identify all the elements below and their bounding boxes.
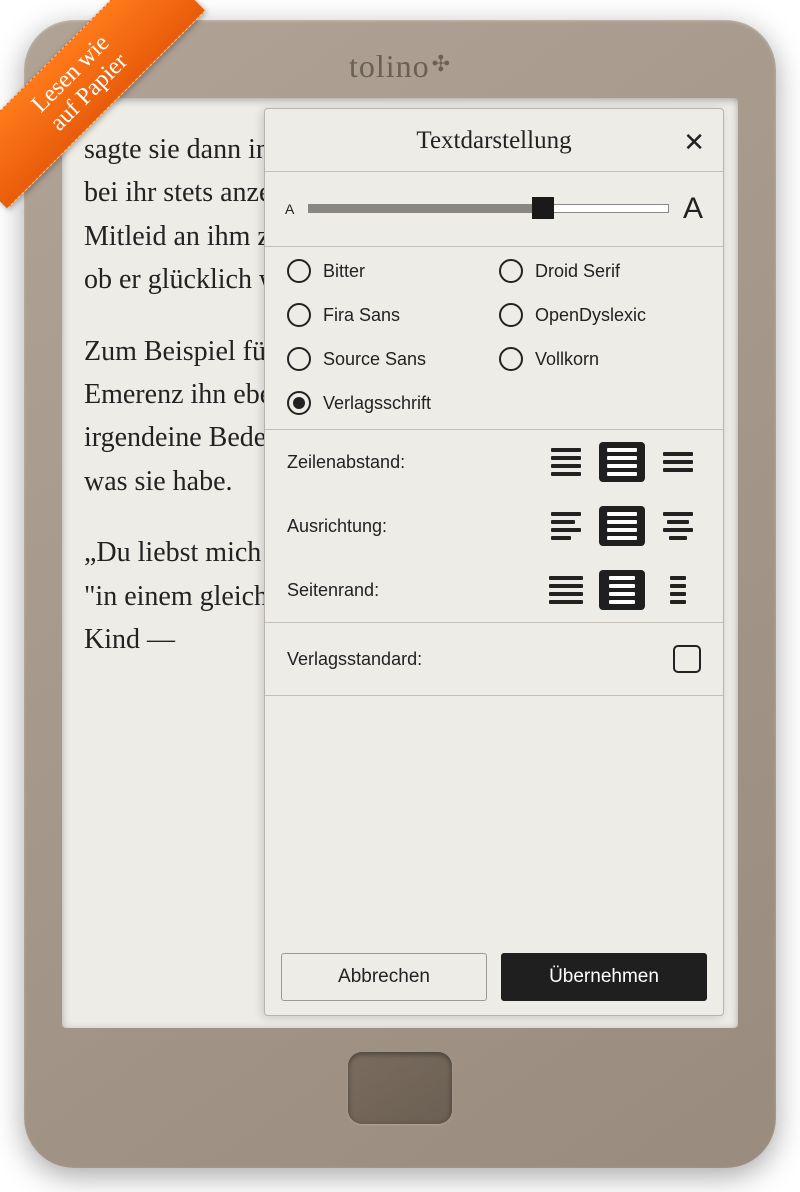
font-option-source-sans[interactable]: Source Sans bbox=[287, 347, 489, 371]
line-spacing-row: Zeilenabstand: bbox=[265, 430, 723, 494]
align-justify[interactable] bbox=[599, 506, 645, 546]
cancel-button[interactable]: Abbrechen bbox=[281, 953, 487, 1001]
text-settings-panel: Textdarstellung ✕ A A Bitter Droid Serif… bbox=[264, 108, 724, 1016]
font-options: Bitter Droid Serif Fira Sans OpenDyslexi… bbox=[265, 247, 723, 430]
apply-button[interactable]: Übernehmen bbox=[501, 953, 707, 1001]
home-button[interactable] bbox=[348, 1052, 452, 1124]
slider-thumb[interactable] bbox=[532, 197, 554, 219]
publisher-default-checkbox[interactable] bbox=[673, 645, 701, 673]
margin-wide[interactable] bbox=[655, 570, 701, 610]
font-option-opendyslexic[interactable]: OpenDyslexic bbox=[499, 303, 701, 327]
margin-row: Seitenrand: bbox=[265, 558, 723, 622]
close-icon[interactable]: ✕ bbox=[683, 127, 705, 158]
line-spacing-loose[interactable] bbox=[655, 442, 701, 482]
font-option-fira-sans[interactable]: Fira Sans bbox=[287, 303, 489, 327]
publisher-default-row: Verlagsstandard: bbox=[265, 623, 723, 696]
font-option-vollkorn[interactable]: Vollkorn bbox=[499, 347, 701, 371]
device-frame: tolino✣ sagte sie dann in einem sonderba… bbox=[24, 20, 776, 1168]
alignment-row: Ausrichtung: bbox=[265, 494, 723, 558]
font-size-max-label: A bbox=[683, 192, 703, 226]
font-option-verlagsschrift[interactable]: Verlagsschrift bbox=[287, 391, 701, 415]
panel-buttons: Abbrechen Übernehmen bbox=[265, 939, 723, 1015]
layout-section: Zeilenabstand: Ausrichtung: bbox=[265, 430, 723, 623]
line-spacing-tight[interactable] bbox=[543, 442, 589, 482]
margin-narrow[interactable] bbox=[543, 570, 589, 610]
margin-normal[interactable] bbox=[599, 570, 645, 610]
brand-logo: tolino✣ bbox=[349, 48, 451, 85]
line-spacing-normal[interactable] bbox=[599, 442, 645, 482]
font-size-slider[interactable] bbox=[308, 199, 669, 219]
panel-header: Textdarstellung ✕ bbox=[265, 109, 723, 172]
align-center[interactable] bbox=[655, 506, 701, 546]
screen: sagte sie dann in einem sonderbar kurzes… bbox=[62, 98, 738, 1028]
align-left[interactable] bbox=[543, 506, 589, 546]
font-size-row: A A bbox=[265, 172, 723, 247]
font-option-droid-serif[interactable]: Droid Serif bbox=[499, 259, 701, 283]
font-option-bitter[interactable]: Bitter bbox=[287, 259, 489, 283]
font-size-min-label: A bbox=[285, 201, 294, 217]
panel-title: Textdarstellung bbox=[281, 127, 707, 155]
